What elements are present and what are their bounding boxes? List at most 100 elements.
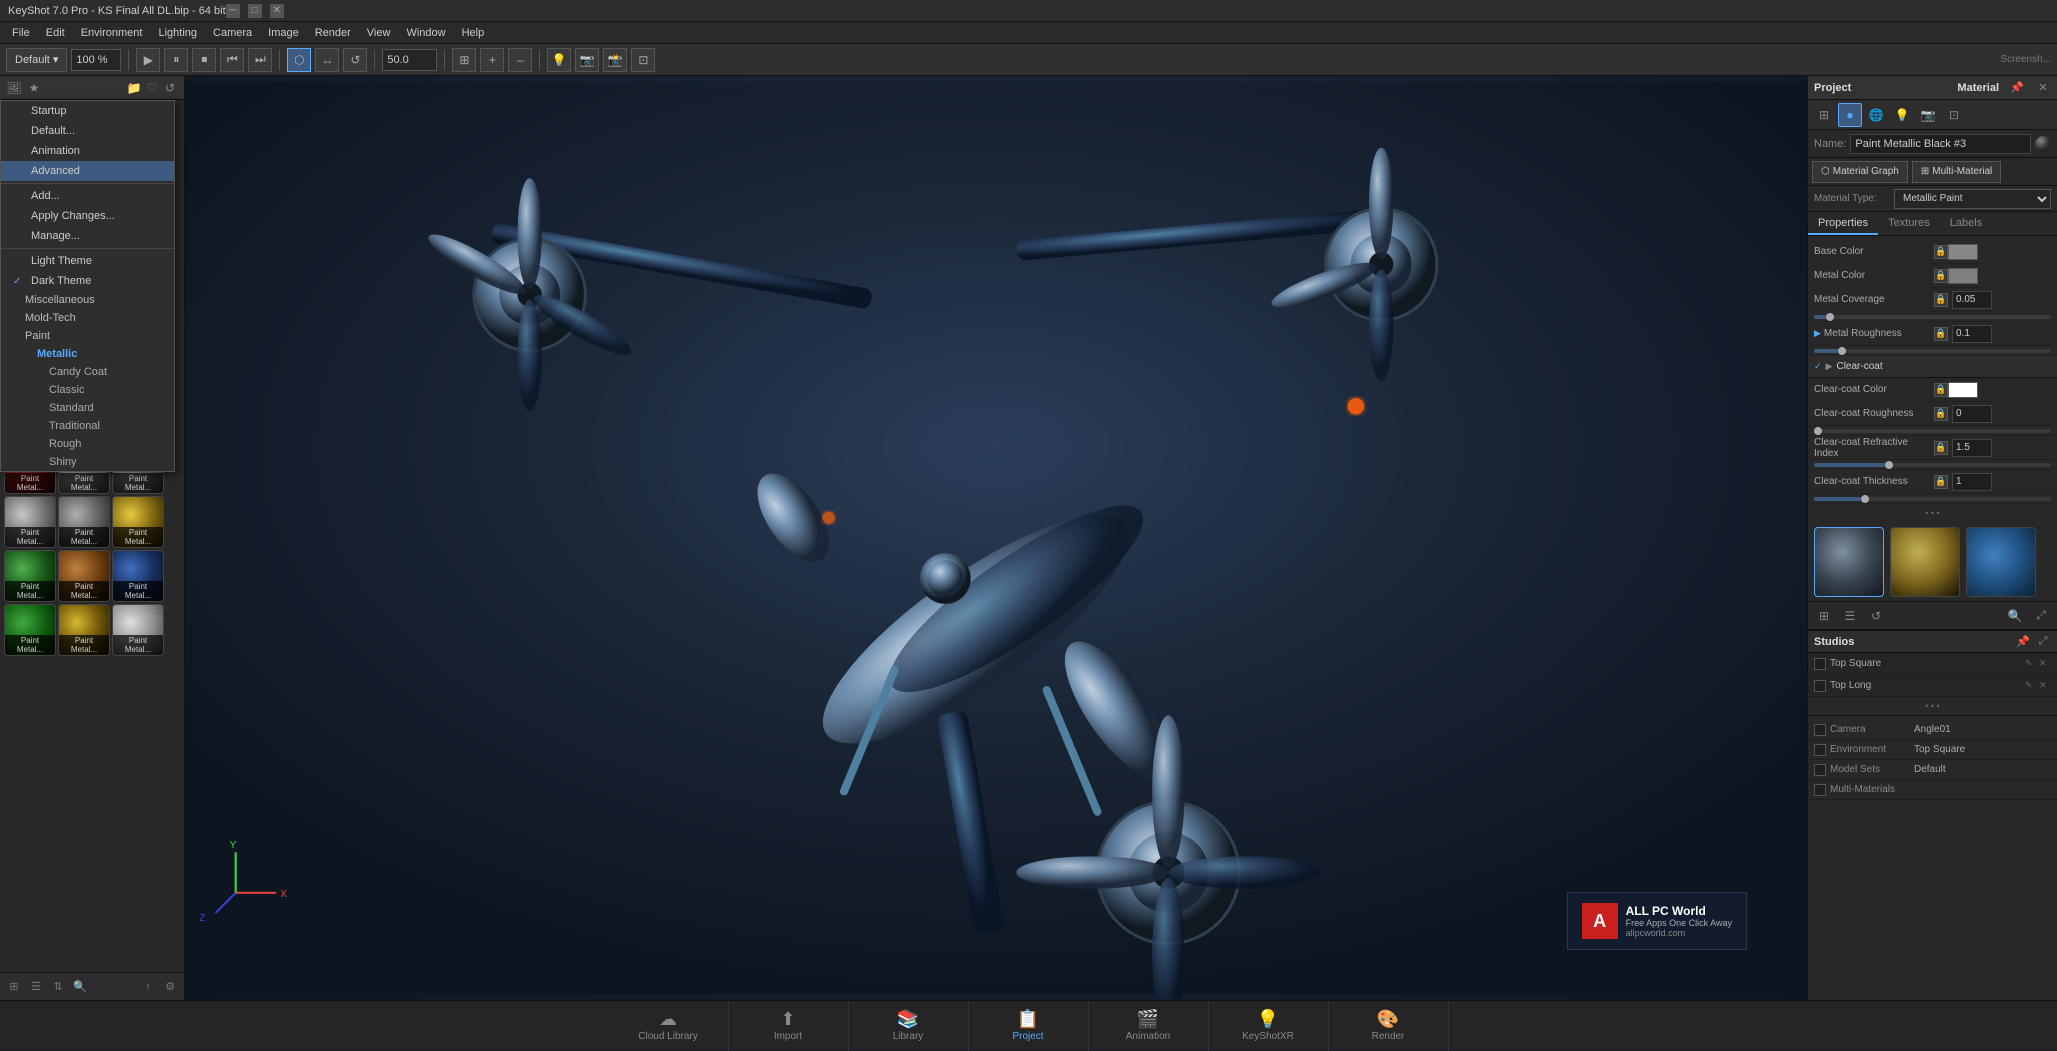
list-item[interactable]: Paint Metal...: [58, 604, 110, 656]
clearcoat-color-lock[interactable]: 🔒: [1934, 383, 1948, 397]
menu-startup[interactable]: Startup: [1, 101, 174, 121]
list-item[interactable]: Paint Metal...: [4, 550, 56, 602]
rotate-btn[interactable]: ↺: [343, 48, 367, 72]
metal-roughness-expand[interactable]: ▶: [1814, 328, 1821, 339]
play-button[interactable]: ▶: [136, 48, 160, 72]
menu-help[interactable]: Help: [454, 25, 493, 41]
list-item[interactable]: Paint Metal...: [4, 604, 56, 656]
tab-textures[interactable]: Textures: [1878, 213, 1940, 235]
base-color-lock[interactable]: 🔒: [1934, 245, 1948, 259]
pause-button[interactable]: ⏸: [164, 48, 188, 72]
studios-pin-icon[interactable]: 📌: [2015, 634, 2031, 650]
sort-btn[interactable]: ⇅: [48, 977, 68, 997]
menu-shiny[interactable]: Shiny: [1, 453, 174, 471]
material-name-input[interactable]: [1850, 134, 2031, 154]
tab-project-icon[interactable]: ⊞: [1812, 103, 1836, 127]
menu-misc[interactable]: Miscellaneous: [1, 291, 174, 309]
tab-camera-icon[interactable]: 📷: [1916, 103, 1940, 127]
maximize-button[interactable]: □: [248, 4, 262, 18]
menu-image[interactable]: Image: [260, 25, 307, 41]
menu-edit[interactable]: Edit: [38, 25, 73, 41]
preview-thumb-dots[interactable]: [1890, 527, 1960, 597]
menu-lighting[interactable]: Lighting: [150, 25, 205, 41]
animation-btn[interactable]: 🎬 Animation: [1089, 1001, 1209, 1051]
metal-coverage-input[interactable]: [1952, 291, 1992, 309]
studio-top-square[interactable]: Top Square ✎ ✕: [1808, 653, 2057, 675]
menu-manage[interactable]: Manage...: [1, 226, 174, 246]
rewind-button[interactable]: ⏮: [220, 48, 244, 72]
clearcoat-refract-input[interactable]: [1952, 439, 1992, 457]
view-list-btn[interactable]: ☰: [26, 977, 46, 997]
preview-thumb-earth[interactable]: [1966, 527, 2036, 597]
studio-checkbox-1[interactable]: [1814, 658, 1826, 670]
light-btn[interactable]: 💡: [547, 48, 571, 72]
menu-advanced[interactable]: Advanced: [1, 161, 174, 181]
screenshot-btn[interactable]: 📸: [603, 48, 627, 72]
list-item[interactable]: Paint Metal...: [4, 496, 56, 548]
clearcoat-color-swatch[interactable]: [1948, 382, 1978, 398]
material-graph-btn[interactable]: ⬡ Material Graph: [1812, 161, 1908, 183]
expand-dots-2[interactable]: • • •: [1808, 697, 2057, 715]
studio-delete-icon-2[interactable]: ✕: [2039, 680, 2051, 692]
camera-checkbox[interactable]: [1814, 724, 1826, 736]
menu-rough[interactable]: Rough: [1, 435, 174, 453]
multi-material-btn[interactable]: ⊞ Multi-Material: [1912, 161, 2001, 183]
modelsets-checkbox[interactable]: [1814, 764, 1826, 776]
menu-window[interactable]: Window: [398, 25, 453, 41]
panel-refresh-icon[interactable]: ↺: [162, 80, 178, 96]
menu-metallic[interactable]: Metallic: [1, 345, 174, 363]
studio-checkbox-2[interactable]: [1814, 680, 1826, 692]
list-item[interactable]: Paint Metal...: [112, 496, 164, 548]
clearcoat-roughness-lock[interactable]: 🔒: [1934, 407, 1948, 421]
menu-dark-theme[interactable]: Dark Theme: [1, 271, 174, 291]
forward-button[interactable]: ⏭: [248, 48, 272, 72]
menu-animation[interactable]: Animation: [1, 141, 174, 161]
menu-view[interactable]: View: [359, 25, 399, 41]
menu-candy-coat[interactable]: Candy Coat: [1, 363, 174, 381]
metal-roughness-lock[interactable]: 🔒: [1934, 327, 1948, 341]
list-item[interactable]: Paint Metal...: [112, 550, 164, 602]
upload-btn[interactable]: ↑: [138, 977, 158, 997]
metal-roughness-input[interactable]: [1952, 325, 1992, 343]
thumb-grid-btn[interactable]: ⊞: [1812, 604, 1836, 628]
metal-color-lock[interactable]: 🔒: [1934, 269, 1948, 283]
thumb-list-btn[interactable]: ☰: [1838, 604, 1862, 628]
clearcoat-thickness-slider[interactable]: [1814, 497, 2051, 501]
panel-fav-icon[interactable]: ♡: [144, 80, 160, 96]
settings-btn[interactable]: ⚙: [160, 977, 180, 997]
menu-camera[interactable]: Camera: [205, 25, 260, 41]
list-item[interactable]: Paint Metal...: [58, 496, 110, 548]
tab-layers-icon[interactable]: ⊡: [1942, 103, 1966, 127]
material-preview-icon[interactable]: [2035, 136, 2051, 152]
menu-paint[interactable]: Paint: [1, 327, 174, 345]
clearcoat-thickness-input[interactable]: [1952, 473, 1992, 491]
tab-material-icon[interactable]: ●: [1838, 103, 1862, 127]
thumb-refresh-btn[interactable]: ↺: [1864, 604, 1888, 628]
menu-classic[interactable]: Classic: [1, 381, 174, 399]
close-button[interactable]: ✕: [270, 4, 284, 18]
camera-preset-btn[interactable]: Default ▾: [6, 48, 67, 72]
panel-folder-icon[interactable]: 📁: [126, 80, 142, 96]
base-color-swatch[interactable]: [1948, 244, 1978, 260]
render-btn[interactable]: 🎨 Render: [1329, 1001, 1449, 1051]
clearcoat-thickness-lock[interactable]: 🔒: [1934, 475, 1948, 489]
move-btn[interactable]: ↔: [315, 48, 339, 72]
metal-coverage-slider[interactable]: [1814, 315, 2051, 319]
tab-labels[interactable]: Labels: [1940, 213, 1992, 235]
cloud-library-btn[interactable]: ☁ Cloud Library: [609, 1001, 729, 1051]
stop-button[interactable]: ⏹: [192, 48, 216, 72]
metal-color-swatch[interactable]: [1948, 268, 1978, 284]
clearcoat-refract-slider[interactable]: [1814, 463, 2051, 467]
zoom-plus-btn[interactable]: +: [480, 48, 504, 72]
tab-environment-icon[interactable]: 🌐: [1864, 103, 1888, 127]
studio-edit-icon-1[interactable]: ✎: [2025, 658, 2037, 670]
panel-star-icon[interactable]: ★: [26, 80, 42, 96]
minimize-button[interactable]: ─: [226, 4, 240, 18]
menu-render[interactable]: Render: [307, 25, 359, 41]
menu-mold-tech[interactable]: Mold-Tech: [1, 309, 174, 327]
zoom-fit-btn[interactable]: ⊞: [452, 48, 476, 72]
list-item[interactable]: Paint Metal...: [112, 604, 164, 656]
studios-expand-icon[interactable]: ⤢: [2035, 634, 2051, 650]
menu-file[interactable]: File: [4, 25, 38, 41]
menu-add[interactable]: Add...: [1, 186, 174, 206]
